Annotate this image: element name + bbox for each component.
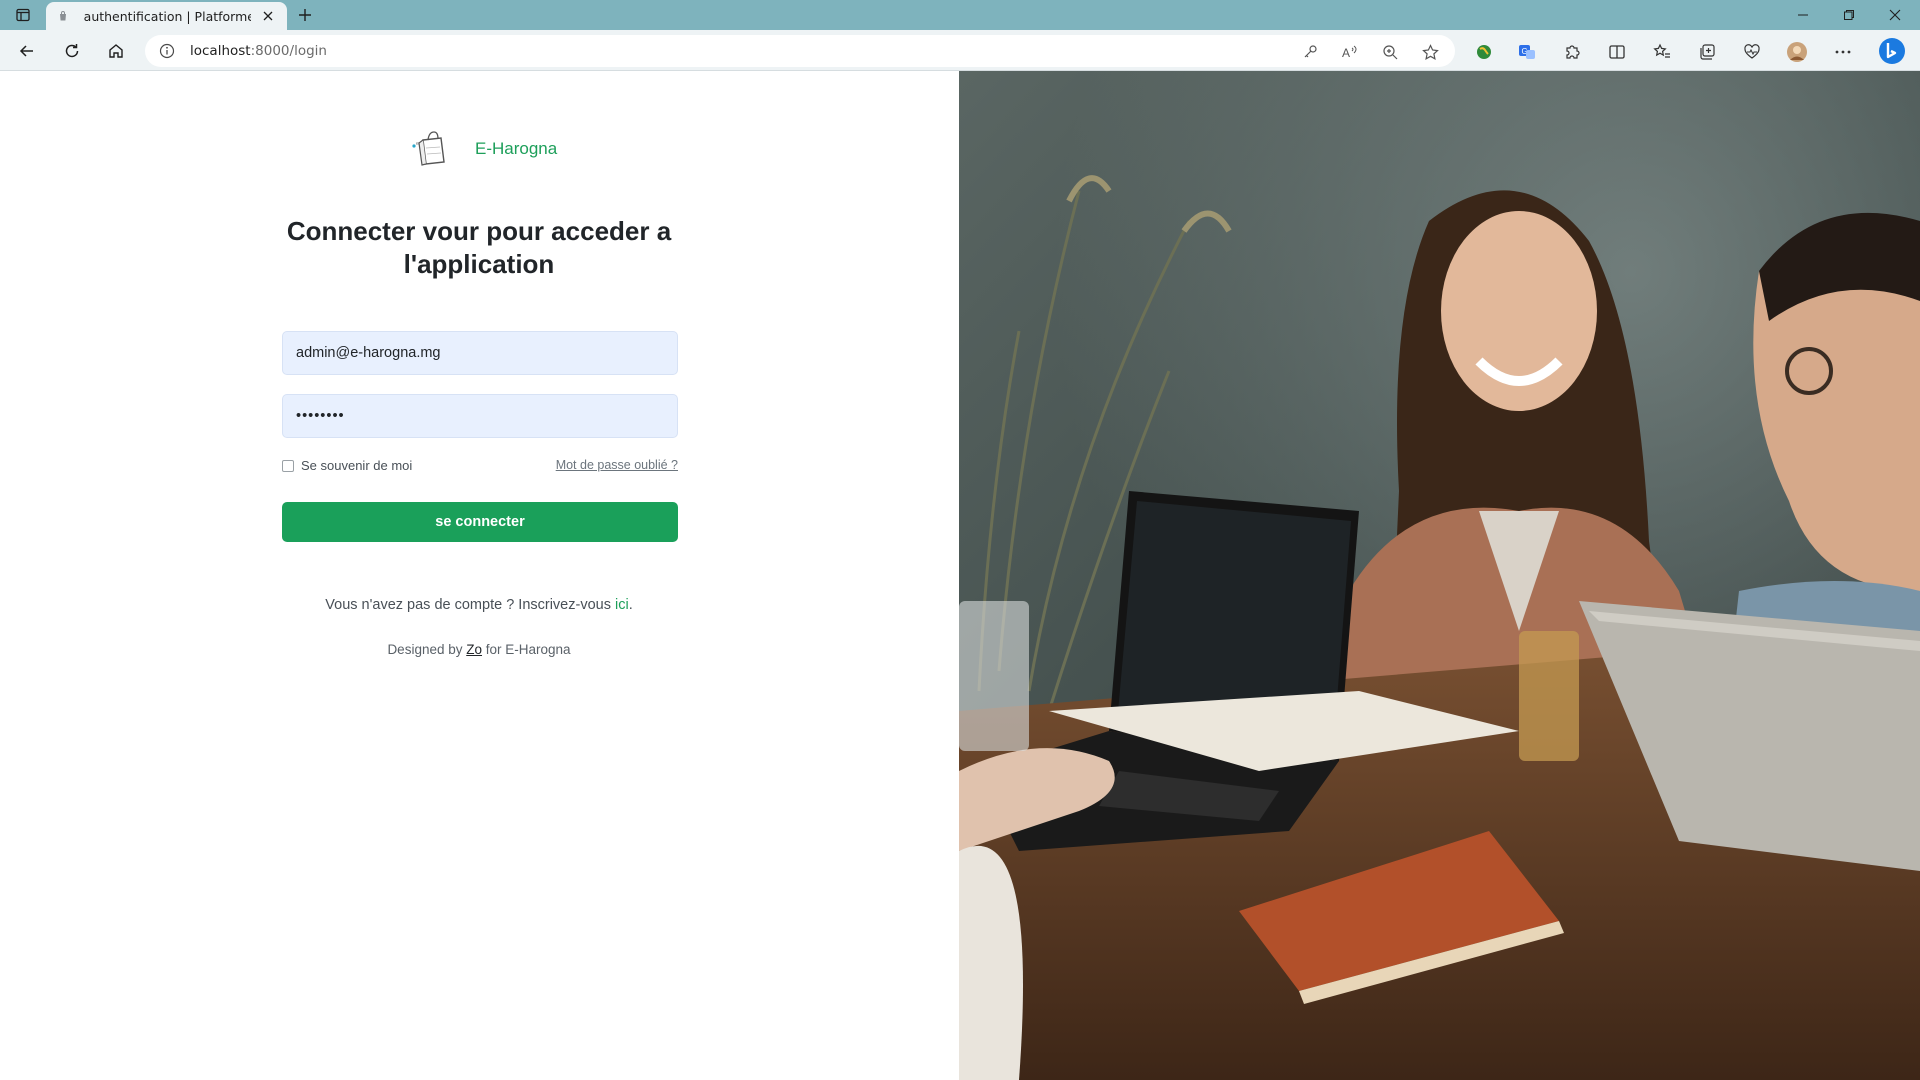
signup-link[interactable]: ici (615, 597, 629, 613)
key-icon[interactable] (1299, 41, 1321, 63)
tab-actions-icon[interactable] (8, 4, 38, 26)
restore-icon[interactable] (1826, 0, 1872, 30)
page-title: Connecter vour pour acceder a l'applicat… (286, 216, 672, 279)
extension-globe-icon[interactable] (1472, 40, 1496, 64)
login-panel: e E-Harogna Connecter vour pour acceder … (0, 71, 959, 1080)
home-icon[interactable] (101, 36, 131, 66)
read-aloud-icon[interactable]: A (1339, 41, 1361, 63)
zoom-icon[interactable] (1379, 41, 1401, 63)
remember-me-label: Se souvenir de moi (301, 458, 413, 473)
copilot-icon[interactable] (1877, 36, 1907, 66)
remember-me-checkbox[interactable] (282, 459, 294, 472)
url-host: localhost (190, 43, 251, 59)
signup-suffix: . (628, 597, 633, 613)
browser-tab[interactable]: authentification | Platforme E-Harogna (46, 2, 287, 30)
translate-icon[interactable]: G (1515, 40, 1539, 64)
back-icon[interactable] (12, 36, 42, 66)
brand-header[interactable]: e E-Harogna (410, 127, 557, 171)
page-content: e E-Harogna Connecter vour pour acceder … (0, 71, 1920, 1080)
page-favicon-icon (56, 9, 70, 23)
more-menu-icon[interactable] (1831, 40, 1855, 64)
svg-text:e: e (416, 141, 419, 147)
tab-title: authentification | Platforme E-Harogna (83, 8, 252, 24)
credit-author-link[interactable]: Zo (466, 642, 482, 657)
email-field[interactable] (282, 331, 678, 375)
refresh-icon[interactable] (57, 36, 87, 66)
credit-suffix: for E-Harogna (482, 642, 571, 657)
url-text: localhost:8000/login (190, 43, 327, 59)
browser-toolbar: localhost:8000/login A G (0, 30, 1920, 71)
close-window-icon[interactable] (1872, 0, 1918, 30)
login-button[interactable]: se connecter (282, 502, 678, 542)
site-info-icon[interactable] (157, 41, 177, 61)
performance-heart-icon[interactable] (1740, 40, 1764, 64)
url-path: :8000/login (250, 43, 327, 59)
browser-tabbar: authentification | Platforme E-Harogna (0, 0, 1920, 30)
new-tab-icon[interactable] (294, 4, 316, 26)
address-bar[interactable]: localhost:8000/login A (145, 35, 1455, 67)
credit-prefix: Designed by (387, 642, 467, 657)
tab-close-icon[interactable] (259, 7, 277, 25)
shopping-bag-logo: e (412, 131, 445, 166)
footer-credit: Designed by Zo for E-Harogna (240, 642, 718, 657)
svg-text:A: A (1342, 46, 1350, 60)
signup-text: Vous n'avez pas de compte ? Inscrivez-vo… (325, 597, 615, 613)
remember-me[interactable]: Se souvenir de moi (282, 458, 412, 473)
favorite-star-icon[interactable] (1419, 41, 1441, 63)
forgot-password-link[interactable]: Mot de passe oublié ? (556, 458, 678, 472)
minimize-icon[interactable] (1780, 0, 1826, 30)
split-screen-icon[interactable] (1605, 40, 1629, 64)
hero-illustration (959, 71, 1920, 1080)
profile-avatar-icon[interactable] (1785, 40, 1809, 64)
signup-prompt: Vous n'avez pas de compte ? Inscrivez-vo… (240, 597, 718, 613)
favorites-list-icon[interactable] (1650, 40, 1674, 64)
hero-photo (959, 71, 1920, 1080)
password-field[interactable] (282, 394, 678, 438)
extensions-puzzle-icon[interactable] (1560, 40, 1584, 64)
brand-name: E-Harogna (475, 139, 558, 158)
collections-icon[interactable] (1695, 40, 1719, 64)
